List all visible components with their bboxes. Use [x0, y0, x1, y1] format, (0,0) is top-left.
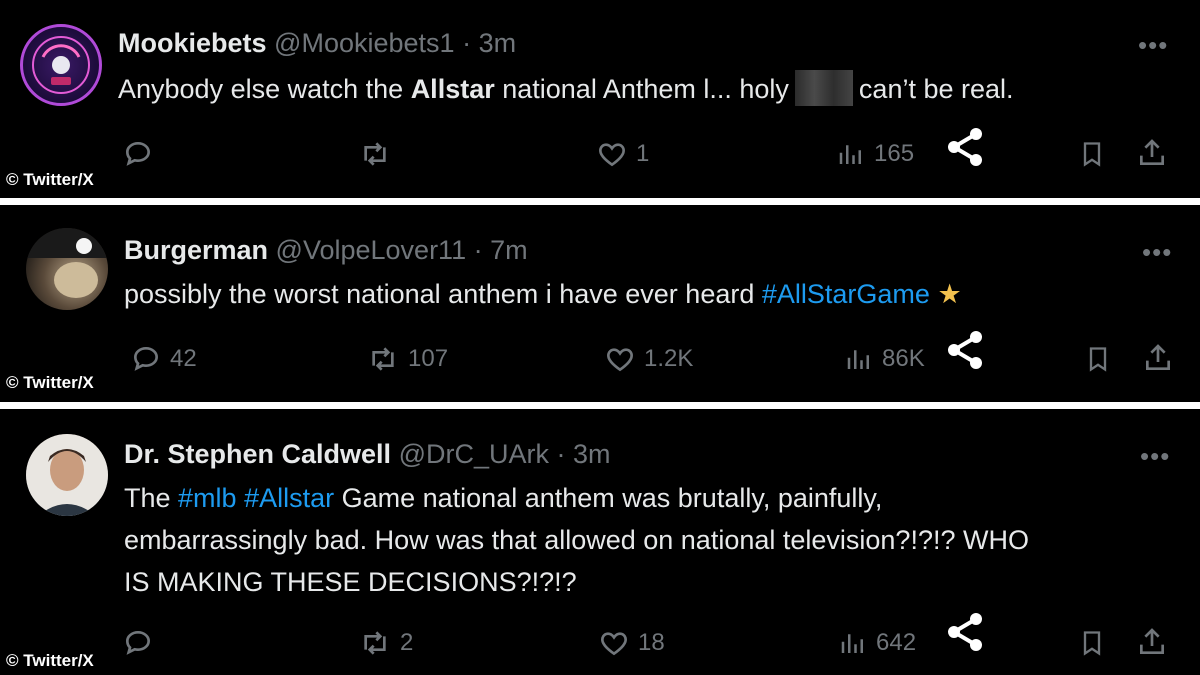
view-count: 642: [876, 629, 917, 656]
reply-button[interactable]: [122, 138, 162, 170]
retweet-count: 2: [400, 629, 414, 656]
avatar-photo: [26, 434, 108, 516]
bookmark-button[interactable]: [1078, 138, 1106, 170]
tweet-header: Burgerman @VolpeLover11 · 7m: [124, 235, 528, 266]
avatar[interactable]: [20, 24, 102, 106]
heart-icon: [607, 348, 633, 372]
user-handle[interactable]: @Mookiebets1: [274, 28, 455, 58]
views-button[interactable]: 642: [838, 627, 916, 659]
image-credit: © Twitter/X: [6, 170, 94, 189]
like-button[interactable]: 18: [598, 627, 665, 659]
hashtag-link[interactable]: #mlb: [178, 483, 237, 513]
bookmark-icon: [1083, 631, 1101, 656]
avatar-photo: [26, 228, 108, 298]
share-icon[interactable]: [944, 126, 986, 173]
tweet-card[interactable]: Dr. Stephen Caldwell @DrC_UArk · 3m ••• …: [0, 409, 1200, 675]
tweet-text-line: IS MAKING THESE DECISIONS?!?!?: [124, 567, 577, 597]
timestamp[interactable]: 3m: [573, 439, 611, 469]
more-icon[interactable]: •••: [1142, 237, 1172, 268]
view-count: 86K: [882, 345, 925, 372]
more-icon[interactable]: •••: [1140, 441, 1170, 472]
star-emoji: ★: [937, 279, 962, 309]
timestamp[interactable]: 7m: [490, 235, 528, 265]
display-name[interactable]: Burgerman: [124, 235, 268, 265]
retweet-button[interactable]: 2: [358, 627, 413, 659]
views-icon: [839, 145, 861, 164]
like-button[interactable]: 1.2K: [604, 343, 693, 375]
like-count: 18: [638, 629, 665, 656]
retweet-icon: [364, 142, 386, 166]
upload-icon: [1140, 139, 1164, 165]
reply-button[interactable]: [122, 627, 162, 659]
like-count: 1: [636, 140, 650, 167]
more-icon[interactable]: •••: [1138, 30, 1168, 61]
hashtag-link[interactable]: #Allstar: [244, 483, 334, 513]
user-handle[interactable]: @VolpeLover11: [276, 235, 467, 265]
retweet-icon: [364, 631, 386, 655]
image-credit: © Twitter/X: [6, 651, 94, 670]
bookmark-icon: [1083, 142, 1101, 167]
views-button[interactable]: 86K: [844, 343, 925, 375]
view-count: 165: [874, 140, 915, 167]
reply-count: 42: [170, 345, 197, 372]
redaction-block: [794, 70, 853, 106]
upload-icon: [1146, 344, 1170, 370]
reply-icon: [125, 630, 151, 655]
dot-separator: ·: [473, 235, 491, 265]
like-count: 1.2K: [644, 345, 694, 372]
tweet-text: Anybody else watch the Allstar national …: [118, 68, 1014, 110]
tweet-text-line: The #mlb #Allstar Game national anthem w…: [124, 483, 883, 513]
reply-button[interactable]: 42: [130, 343, 197, 375]
tweet-header: Dr. Stephen Caldwell @DrC_UArk · 3m: [124, 439, 611, 470]
views-icon: [847, 350, 869, 369]
image-credit: © Twitter/X: [6, 373, 94, 392]
reply-icon: [133, 346, 159, 371]
share-icon[interactable]: [944, 329, 986, 376]
heart-icon: [599, 143, 625, 167]
sportsbets-logo: [32, 36, 90, 94]
reply-icon: [125, 141, 151, 166]
retweet-count: 107: [408, 345, 449, 372]
tweet-card[interactable]: Burgerman @VolpeLover11 · 7m ••• possibl…: [0, 205, 1200, 402]
bookmark-button[interactable]: [1078, 627, 1106, 659]
upload-button[interactable]: [1136, 136, 1168, 170]
upload-button[interactable]: [1136, 625, 1168, 659]
display-name[interactable]: Dr. Stephen Caldwell: [124, 439, 391, 469]
views-button[interactable]: 165: [836, 138, 914, 170]
share-icon[interactable]: [944, 611, 986, 658]
like-button[interactable]: 1: [596, 138, 649, 170]
upload-icon: [1140, 628, 1164, 654]
bookmark-button[interactable]: [1084, 343, 1112, 375]
display-name[interactable]: Mookiebets: [118, 28, 267, 58]
dot-separator: ·: [462, 28, 479, 58]
retweet-button[interactable]: 107: [366, 343, 448, 375]
tweet-text-line: embarrassingly bad. How was that allowed…: [124, 525, 1029, 555]
timestamp[interactable]: 3m: [479, 28, 517, 58]
hashtag-link[interactable]: #AllStarGame: [762, 279, 930, 309]
tweet-text: The #mlb #Allstar Game national anthem w…: [124, 477, 1029, 603]
dot-separator: ·: [556, 439, 574, 469]
tweet-text: possibly the worst national anthem i hav…: [124, 279, 962, 309]
heart-icon: [601, 632, 627, 656]
retweet-icon: [372, 347, 394, 371]
retweet-button[interactable]: [358, 138, 400, 170]
bookmark-icon: [1089, 347, 1107, 372]
user-handle[interactable]: @DrC_UArk: [399, 439, 549, 469]
avatar[interactable]: [26, 434, 108, 516]
avatar[interactable]: [26, 228, 108, 310]
tweet-header: Mookiebets @Mookiebets1 · 3m: [118, 28, 516, 59]
views-icon: [841, 634, 863, 653]
upload-button[interactable]: [1142, 341, 1174, 375]
tweet-card[interactable]: Mookiebets @Mookiebets1 · 3m ••• Anybody…: [0, 0, 1200, 198]
